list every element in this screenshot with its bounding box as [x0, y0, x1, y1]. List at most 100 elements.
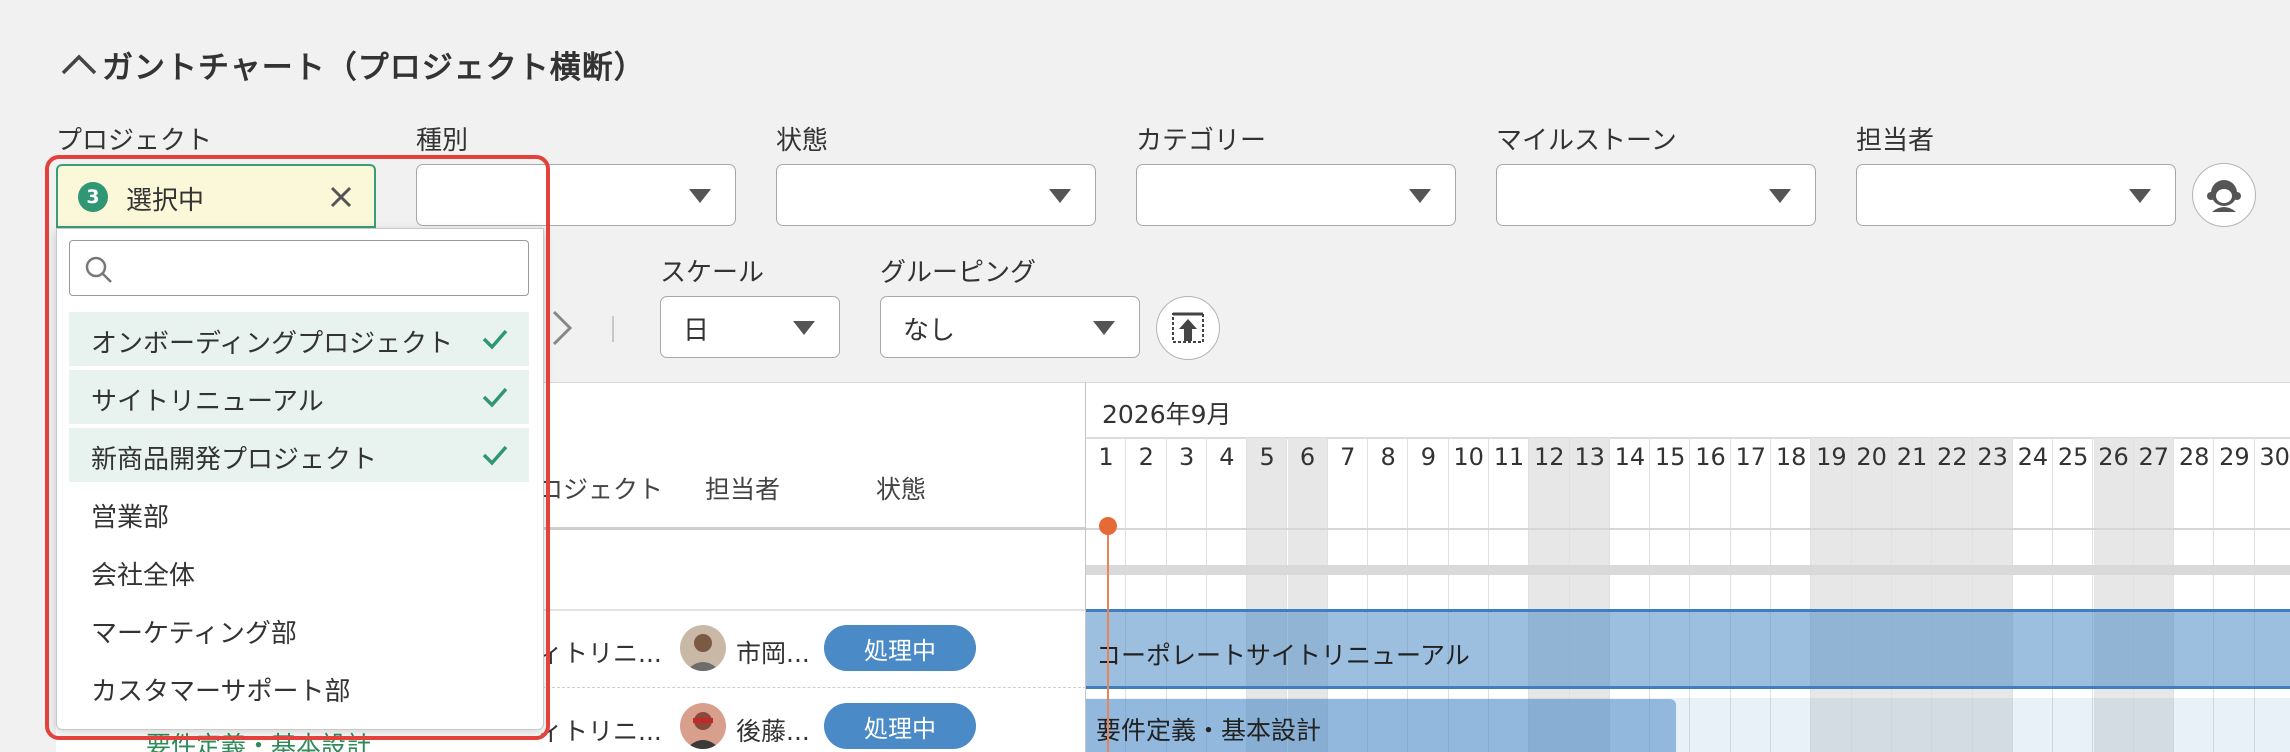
status-column-header[interactable]: 状態	[876, 470, 926, 506]
chevron-right-icon[interactable]	[546, 308, 576, 348]
check-icon	[482, 445, 508, 466]
row-project-cell: ィトリニ...	[538, 639, 662, 668]
chevron-down-icon	[2129, 189, 2151, 203]
day-number: 12	[1534, 443, 1565, 471]
assignee-column-header[interactable]: 担当者	[705, 470, 780, 506]
grouping-select[interactable]: なし	[880, 296, 1140, 358]
dropdown-option[interactable]: 新商品開発プロジェクト	[69, 428, 529, 482]
status-badge: 処理中	[824, 625, 976, 671]
option-label: サイトリニューアル	[91, 387, 324, 417]
option-label: 営業部	[91, 503, 170, 533]
search-box[interactable]	[69, 240, 529, 296]
status-badge: 処理中	[824, 703, 976, 749]
check-icon	[482, 329, 508, 350]
gantt-chart: 2026年9月 1 2 3 4 5 6 7 8 9 10 11 12 13 14 15 16 17 18 19 20 2…	[1085, 382, 2290, 752]
day-number: 3	[1178, 443, 1195, 471]
day-number: 16	[1695, 443, 1726, 471]
dropdown-option[interactable]: カスタマーサポート部	[69, 660, 529, 714]
chevron-down-icon	[793, 321, 815, 335]
search-icon	[85, 256, 112, 283]
grouping-label: グルーピング	[880, 258, 1037, 288]
day-number: 10	[1453, 443, 1484, 471]
day-number: 28	[2178, 443, 2210, 471]
assignee-select[interactable]	[1856, 164, 2176, 226]
avatar	[680, 703, 726, 749]
day-number: 6	[1299, 443, 1316, 471]
category-select[interactable]	[1136, 164, 1456, 226]
dropdown-option[interactable]: 会社全体	[69, 544, 529, 598]
row-assignee-cell: 後藤...	[736, 717, 810, 746]
grouping-value: なし	[903, 316, 956, 346]
day-number: 14	[1614, 443, 1646, 471]
today-line	[1107, 526, 1109, 752]
day-number: 22	[1937, 443, 1968, 471]
chevron-up-icon[interactable]	[60, 42, 102, 86]
close-icon[interactable]	[328, 184, 354, 210]
day-number: 15	[1654, 443, 1686, 471]
chevron-down-icon	[1049, 189, 1071, 203]
day-number: 8	[1380, 443, 1396, 471]
day-number: 30	[2259, 443, 2290, 471]
export-button[interactable]	[1156, 296, 1220, 360]
milestone-select[interactable]	[1496, 164, 1816, 226]
milestone-filter-label: マイルストーン	[1496, 126, 1677, 156]
day-number: 25	[2057, 443, 2089, 471]
day-number: 5	[1259, 443, 1275, 471]
scale-value: 日	[683, 316, 710, 346]
day-number: 23	[1977, 443, 2008, 471]
gantt-bar-label: 要件定義・基本設計	[1096, 716, 1322, 745]
dropdown-option[interactable]: マーケティング部	[69, 602, 529, 656]
gantt-bar-label: コーポレートサイトリニューアル	[1096, 641, 1470, 670]
row-project-cell: ィトリニ...	[538, 717, 662, 746]
gantt-bar[interactable]: コーポレートサイトリニューアル	[1086, 609, 2290, 689]
divider	[612, 316, 614, 342]
dropdown-option[interactable]: オンボーディングプロジェクト	[69, 312, 529, 366]
scale-select[interactable]: 日	[660, 296, 840, 358]
project-select[interactable]: 3 選択中	[56, 164, 376, 228]
option-label: カスタマーサポート部	[91, 677, 351, 707]
option-label: オンボーディングプロジェクト	[91, 329, 454, 359]
day-number: 13	[1574, 443, 1605, 471]
dropdown-option[interactable]: サイトリニューアル	[69, 370, 529, 424]
my-assignee-button[interactable]	[2192, 163, 2256, 227]
day-number: 11	[1493, 443, 1525, 471]
day-number: 18	[1775, 443, 1807, 471]
status-filter-label: 状態	[776, 126, 829, 156]
project-dropdown: オンボーディングプロジェクト サイトリニューアル新商品開発プロジェクト 営業部会社全…	[56, 228, 544, 730]
chevron-down-icon	[1093, 321, 1115, 335]
avatar	[680, 625, 726, 671]
day-number: 27	[2138, 443, 2170, 471]
chevron-down-icon	[1409, 189, 1431, 203]
project-column-header[interactable]: ロジェクト	[538, 470, 663, 506]
person-icon	[2207, 180, 2241, 212]
selected-count-badge: 3	[78, 182, 108, 212]
page-title: ガントチャート（プロジェクト横断）	[102, 49, 646, 86]
option-label: 会社全体	[91, 561, 196, 591]
day-number: 2	[1138, 443, 1154, 471]
day-number: 21	[1896, 443, 1928, 471]
dropdown-option[interactable]: 営業部	[69, 486, 529, 540]
search-input[interactable]	[120, 249, 518, 287]
check-icon	[482, 387, 508, 408]
gantt-page: ガントチャート（プロジェクト横断） プロジェクト 種別 状態 カテゴリー マイル…	[0, 0, 2290, 752]
chevron-down-icon	[1769, 189, 1791, 203]
day-number: 4	[1219, 443, 1235, 471]
upload-icon	[1172, 312, 1204, 343]
option-label: 新商品開発プロジェクト	[91, 445, 378, 475]
gantt-bar[interactable]: 要件定義・基本設計	[1086, 699, 1676, 752]
project-filter-label: プロジェクト	[56, 126, 213, 156]
chevron-down-icon	[689, 189, 711, 203]
row-assignee-cell: 市岡...	[736, 639, 810, 668]
day-number: 7	[1340, 443, 1356, 471]
day-number: 24	[2017, 443, 2049, 471]
scale-label: スケール	[660, 258, 765, 288]
header-divider	[1086, 528, 2290, 530]
section-header[interactable]: ガントチャート（プロジェクト横断）	[60, 42, 646, 86]
day-number: 17	[1735, 443, 1767, 471]
type-select[interactable]	[416, 164, 736, 226]
summary-bar	[1086, 565, 2290, 575]
day-number: 26	[2098, 443, 2129, 471]
status-select[interactable]	[776, 164, 1096, 226]
day-number: 29	[2219, 443, 2250, 471]
project-select-value: 選択中	[126, 186, 205, 216]
